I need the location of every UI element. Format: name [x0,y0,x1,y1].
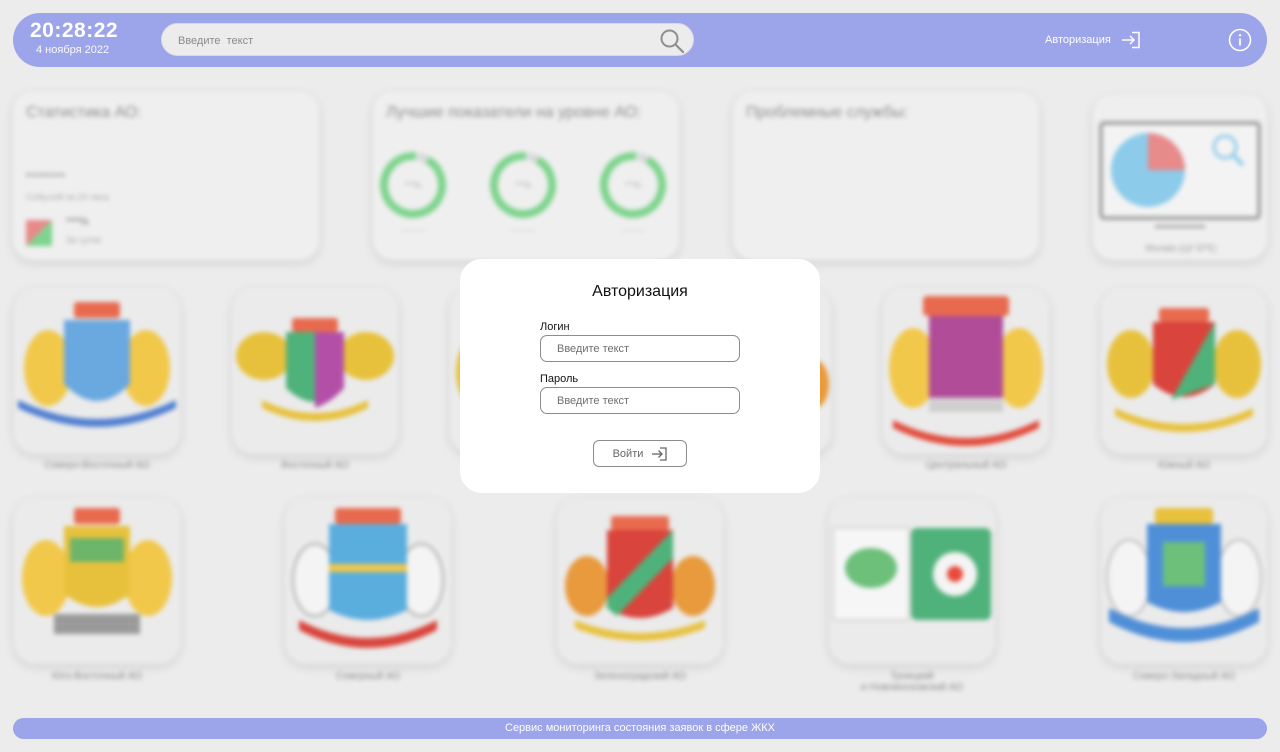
login-label: Логин [540,321,570,333]
district-emblem-card[interactable] [557,498,723,664]
district-caption: Северный АО [335,671,401,682]
indicator-ring: ***% ——— [598,150,668,240]
district-emblem-card[interactable] [285,498,451,664]
indicator-value: ***% [515,181,531,190]
password-field[interactable] [540,387,740,414]
login-field[interactable] [540,335,740,362]
indicator-value: ***% [405,181,421,190]
district-emblem-card[interactable] [883,288,1049,454]
district-caption: Зеленоградский АО [594,671,686,682]
pie-chart-card[interactable]: Москва (ЦУ ЕГЕ) [1093,95,1267,260]
district-caption: Юго-Восточный АО [52,671,142,682]
problem-title: Проблемные службы: [746,104,909,121]
top-bar: 20:28:22 4 ноября 2022 Авторизация [13,13,1267,67]
district-caption: Центральный АО [925,460,1007,471]
info-icon[interactable] [1228,28,1252,52]
district-caption: Северо-Восточный АО [44,460,150,471]
district-emblem-card[interactable] [14,498,180,664]
indicator-label: ——— [401,226,425,235]
search-bar [161,23,694,57]
coat-of-arms-icon [18,302,176,427]
district-emblem-card[interactable] [14,288,180,454]
district-emblem-card[interactable] [1101,498,1267,664]
modal-title: Авторизация [592,283,688,300]
flag-icon [26,220,52,246]
search-input[interactable] [176,24,650,57]
header-auth-link[interactable]: Авторизация [1045,30,1141,50]
best-title: Лучшие показатели на уровне АО: [386,104,642,121]
coat-of-arms-icon [889,296,1043,446]
coat-of-arms-icon [1106,508,1262,642]
coat-of-arms-icon [236,318,394,421]
indicator-ring: ***% ——— [378,150,448,240]
header-auth-label: Авторизация [1045,34,1111,46]
login-button-label: Войти [612,447,644,460]
best-indicators-card: Лучшие показатели на уровне АО: ***% ———… [373,92,679,260]
stats-card: Статистика АО: ******* Событий за 24 час… [13,92,319,260]
clock-date: 4 ноября 2022 [36,44,110,56]
clock-time: 20:28:22 [30,19,119,42]
district-emblem-card[interactable] [1101,288,1267,454]
district-emblem-card[interactable] [232,288,398,454]
auth-modal: Авторизация Логин Пароль Войти [460,259,820,493]
stats-subtitle: Событий за 24 часа [26,192,110,202]
district-caption: Троицкий и Новомосковский АО [860,671,964,693]
stats-period: За сутки [66,235,102,245]
pie-caption: Москва (ЦУ ЕГЕ) [1145,243,1217,253]
indicator-label: ——— [621,226,645,235]
indicator-ring: ***% ——— [488,150,558,240]
coat-of-arms-icon [565,516,715,641]
coat-of-arms-icon [832,527,991,621]
footer-bar: Сервис мониторинга состояния заявок в сф… [13,718,1267,739]
stats-title: Статистика АО: [26,104,142,121]
indicator-label: ——— [511,226,535,235]
stats-value: ******* [26,170,66,184]
coat-of-arms-icon [292,508,444,648]
indicator-value: ***% [625,181,641,190]
monitor-pie-icon [1099,121,1261,228]
problem-services-card: Проблемные службы: [733,92,1039,260]
search-icon[interactable] [659,28,685,54]
district-caption: Южный АО [1157,460,1211,471]
coat-of-arms-icon [1107,308,1261,432]
district-caption: Восточный АО [281,460,349,471]
sign-in-icon [1121,31,1140,49]
password-label: Пароль [540,373,579,385]
sign-in-icon [652,446,668,461]
district-emblem-card[interactable] [829,498,995,664]
clock: 20:28:22 4 ноября 2022 [30,19,118,57]
stats-percent: ***% [66,216,89,228]
login-button[interactable]: Войти [593,440,687,467]
district-caption: Северо-Западный АО [1133,671,1235,682]
coat-of-arms-icon [22,508,172,634]
